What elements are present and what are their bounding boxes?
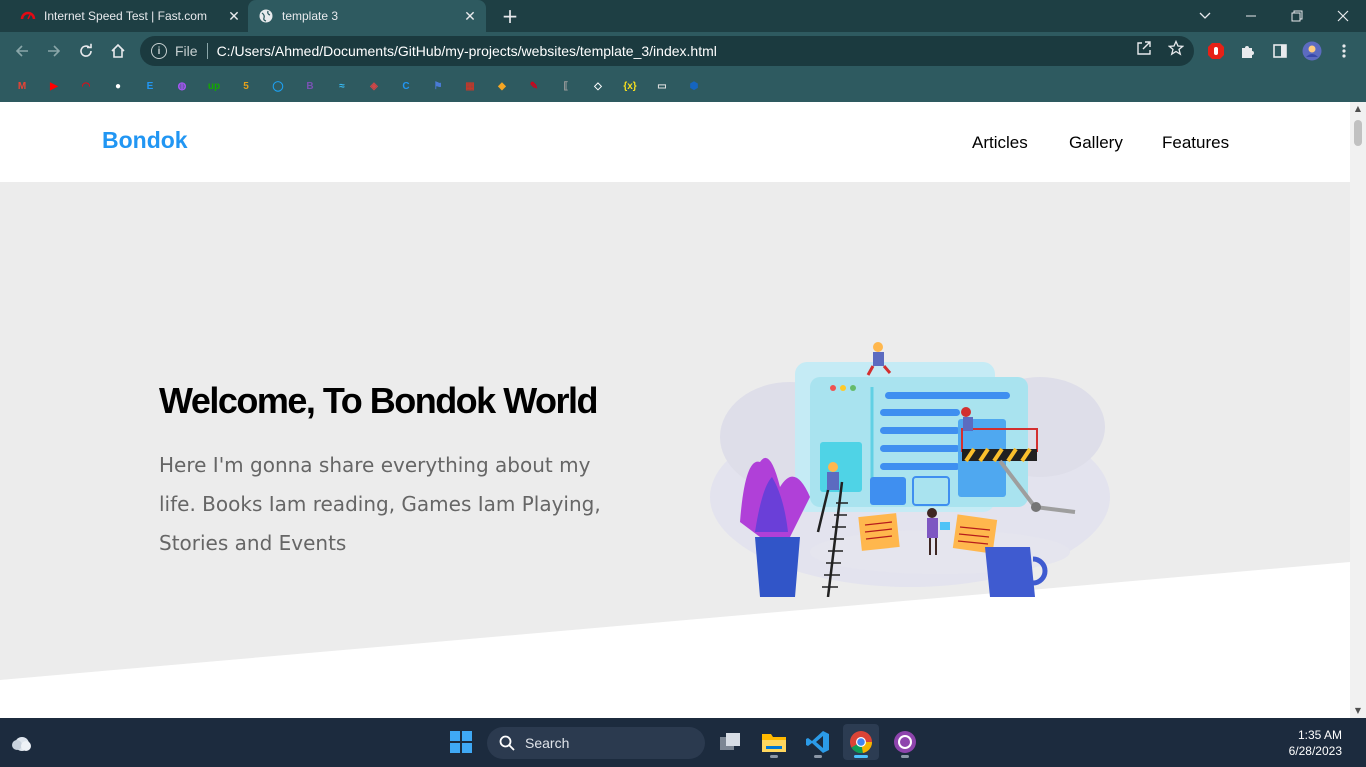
variable-icon[interactable]: {x} [621,77,639,95]
clock-date: 6/28/2023 [1288,744,1342,758]
tab-title: Internet Speed Test | Fast.com [44,9,207,23]
clock-time: 1:35 AM [1297,728,1342,742]
address-divider [206,43,208,59]
fast-icon[interactable]: ◠ [77,77,95,95]
youtube-icon[interactable]: ▶ [45,77,63,95]
grid-icon[interactable]: ▦ [461,77,479,95]
windows-start-icon[interactable] [443,724,479,760]
github-icon[interactable]: ● [109,77,127,95]
bootstrap-icon[interactable]: B [301,77,319,95]
new-tab-button[interactable]: + [498,4,522,28]
tab-fast-com[interactable]: Internet Speed Test | Fast.com ✕ [16,0,246,32]
upwork-icon[interactable]: up [205,77,223,95]
diamond-icon[interactable]: ◆ [493,77,511,95]
chrome-menu-icon[interactable] [1334,41,1354,61]
scrollbar-thumb[interactable] [1354,120,1362,146]
scheme-label: File [175,43,198,59]
chrome-icon[interactable] [843,724,879,760]
close-window-icon[interactable] [1320,0,1366,32]
profile-avatar-icon[interactable] [1302,41,1322,61]
bookmarks-bar: M ▶ ◠ ● E ◍ up 5 ◯ B ≈ ◈ C ⚑ ▦ ◆ ✎ ⟦ ◇ {x} ▭ ⬢ [0,70,1366,102]
reload-icon[interactable] [72,37,100,65]
forward-arrow-icon[interactable] [40,37,68,65]
share-icon[interactable] [1135,39,1153,57]
hero-illustration [710,342,1110,597]
gmail-icon[interactable]: M [13,77,31,95]
tailwind-icon[interactable]: ≈ [333,77,351,95]
adblock-icon[interactable] [1206,41,1226,61]
globe-icon [258,8,274,24]
c-icon[interactable]: C [397,77,415,95]
brackets-icon[interactable]: ⟦ [557,77,575,95]
elzero-icon[interactable]: E [141,77,159,95]
hero-title: Welcome, To Bondok World [159,380,599,421]
sketch-icon[interactable]: ✎ [525,77,543,95]
back-arrow-icon[interactable] [8,37,36,65]
github-desktop-icon[interactable] [887,724,923,760]
tab-search-chevron-icon[interactable] [1182,0,1228,32]
nav-link-features[interactable]: Features [1162,133,1229,153]
windows-taskbar: Search 1:35 AM 6/28/2023 [0,718,1366,767]
page-viewport: Bondok Articles Gallery Features Welcome… [0,102,1350,718]
codepen-icon[interactable]: ◇ [589,77,607,95]
shield-icon[interactable]: ⬢ [685,77,703,95]
tab-template-3[interactable]: template 3 ✕ [248,0,486,32]
system-clock[interactable]: 1:35 AM 6/28/2023 [1280,727,1342,759]
address-url[interactable]: C:/Users/Ahmed/Documents/GitHub/my-proje… [217,43,717,59]
nav-link-gallery[interactable]: Gallery [1069,133,1123,153]
page-scrollbar[interactable]: ▲ ▼ [1350,102,1366,718]
weather-widget-icon[interactable] [4,724,40,760]
vscode-icon[interactable] [800,724,836,760]
hero-text: Here I'm gonna share everything about my… [159,453,601,555]
close-tab-icon[interactable]: ✕ [226,8,242,25]
flag-icon[interactable]: ⚑ [429,77,447,95]
search-icon [499,735,515,751]
taskbar-search-box[interactable]: Search [487,727,705,759]
site-logo[interactable]: Bondok [102,127,188,154]
tab-title: template 3 [282,9,339,23]
home-icon[interactable] [104,37,132,65]
circle-icon[interactable]: ◯ [269,77,287,95]
address-bar[interactable]: i File C:/Users/Ahmed/Documents/GitHub/m… [140,36,1194,66]
side-panel-icon[interactable] [1270,41,1290,61]
site-info-icon[interactable]: i [151,43,167,59]
task-view-icon[interactable] [712,724,748,760]
file-explorer-icon[interactable] [756,724,792,760]
search-label: Search [525,735,570,751]
site-header: Bondok Articles Gallery Features [0,102,1350,182]
gulp-icon[interactable]: ◈ [365,77,383,95]
close-tab-icon[interactable]: ✕ [462,8,478,25]
document-icon[interactable]: ▭ [653,77,671,95]
html5-icon[interactable]: 5 [237,77,255,95]
chat-icon[interactable]: ◍ [173,77,191,95]
browser-toolbar: i File C:/Users/Ahmed/Documents/GitHub/m… [0,32,1366,70]
browser-tab-strip: Internet Speed Test | Fast.com ✕ templat… [0,0,1366,32]
bookmark-star-icon[interactable] [1167,39,1185,57]
fast-gauge-icon [20,8,36,24]
hero-section: Welcome, To Bondok World Here I'm gonna … [0,182,1350,718]
minimize-icon[interactable] [1228,0,1274,32]
restore-icon[interactable] [1274,0,1320,32]
scroll-up-arrow-icon[interactable]: ▲ [1350,102,1366,116]
nav-link-articles[interactable]: Articles [972,133,1028,153]
scroll-down-arrow-icon[interactable]: ▼ [1350,704,1366,718]
extensions-puzzle-icon[interactable] [1238,41,1258,61]
